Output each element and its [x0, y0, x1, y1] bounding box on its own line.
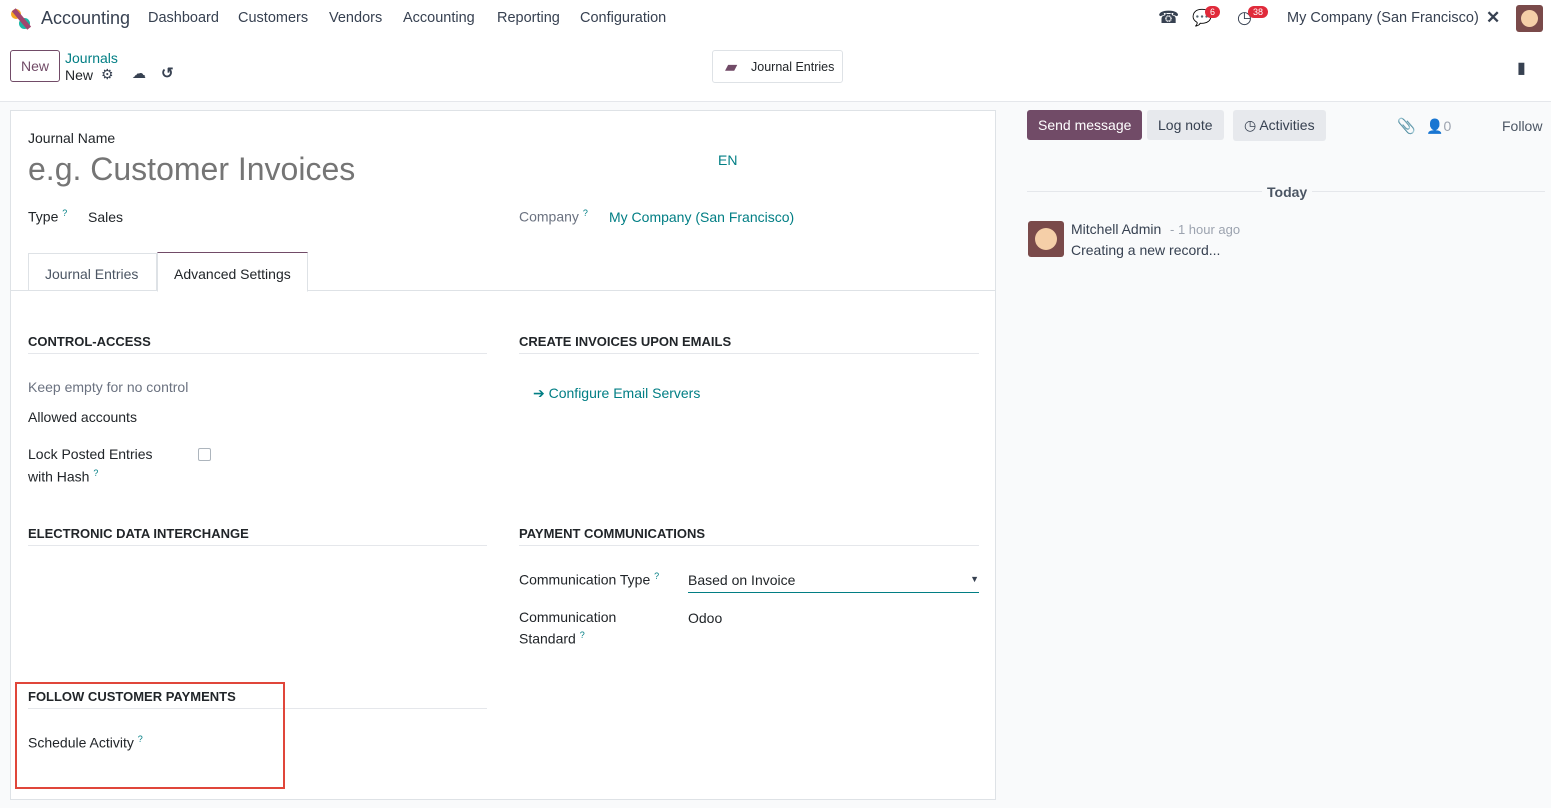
menu-customers[interactable]: Customers: [238, 10, 308, 26]
book-icon: ▰: [725, 59, 738, 76]
section-payment-communications: PAYMENT COMMUNICATIONS: [519, 526, 979, 546]
communication-type-value: Based on Invoice: [688, 572, 796, 588]
new-button[interactable]: New: [10, 50, 61, 82]
language-button[interactable]: EN: [718, 152, 737, 168]
highlight-box: [15, 682, 285, 789]
section-edi: ELECTRONIC DATA INTERCHANGE: [28, 526, 487, 546]
lock-posted-checkbox[interactable]: [198, 448, 211, 461]
top-navbar: Accounting Dashboard Customers Vendors A…: [0, 0, 1551, 38]
communication-standard-value[interactable]: Odoo: [688, 610, 722, 626]
communication-standard-label-2: Standard ?: [519, 630, 585, 647]
follow-button[interactable]: Follow: [1502, 118, 1542, 134]
message-body: Creating a new record...: [1071, 242, 1221, 258]
smart-button-label: Journal Entries: [751, 60, 835, 74]
message-avatar[interactable]: [1028, 221, 1064, 257]
avatar[interactable]: [1516, 5, 1543, 32]
gear-icon[interactable]: ⚙: [101, 66, 114, 83]
message-count-badge: 6: [1205, 6, 1221, 18]
caret-down-icon: ▼: [970, 574, 979, 584]
menu-dashboard[interactable]: Dashboard: [148, 10, 219, 26]
discard-icon[interactable]: ↺: [161, 64, 174, 82]
cloud-save-icon[interactable]: ☁: [132, 65, 146, 82]
journal-name-input[interactable]: [28, 151, 688, 188]
tab-advanced-settings[interactable]: Advanced Settings: [157, 252, 308, 292]
paperclip-icon[interactable]: 📎: [1397, 117, 1416, 135]
tools-icon[interactable]: ✕: [1486, 8, 1500, 28]
communication-standard-label: Communication: [519, 609, 617, 625]
app-logo-icon[interactable]: [10, 8, 32, 30]
activity-count-badge: 38: [1248, 6, 1269, 18]
phone-icon[interactable]: ☎: [1158, 8, 1179, 28]
send-message-button[interactable]: Send message: [1027, 110, 1143, 140]
lock-posted-label: Lock Posted Entries: [28, 446, 153, 462]
menu-configuration[interactable]: Configuration: [580, 10, 666, 26]
date-today: Today: [1262, 184, 1313, 200]
followers-button[interactable]: 👤0: [1426, 118, 1451, 135]
company-value[interactable]: My Company (San Francisco): [609, 209, 794, 225]
section-create-invoices: CREATE INVOICES UPON EMAILS: [519, 334, 979, 354]
bookmark-icon[interactable]: ▮: [1517, 58, 1526, 78]
app-title[interactable]: Accounting: [41, 8, 130, 29]
allowed-accounts-label[interactable]: Allowed accounts: [28, 409, 137, 425]
lock-posted-label-2: with Hash ?: [28, 468, 99, 485]
menu-reporting[interactable]: Reporting: [497, 10, 560, 26]
company-label: Company ?: [519, 208, 588, 225]
keep-empty-hint: Keep empty for no control: [28, 379, 189, 395]
communication-type-select[interactable]: Based on Invoice ▼: [688, 572, 979, 593]
tab-journal-entries[interactable]: Journal Entries: [28, 253, 157, 291]
company-switcher[interactable]: My Company (San Francisco): [1287, 10, 1479, 26]
record-name: New: [65, 67, 94, 83]
control-panel: New Journals New ⚙ ☁ ↺ ▰ Journal Entries…: [0, 38, 1551, 102]
menu-vendors[interactable]: Vendors: [329, 10, 382, 26]
journal-name-label: Journal Name: [28, 130, 116, 146]
menu-accounting[interactable]: Accounting: [403, 10, 475, 26]
type-label: Type ?: [28, 208, 68, 225]
type-value[interactable]: Sales: [88, 209, 123, 225]
configure-email-link[interactable]: ➔ Configure Email Servers: [533, 385, 700, 402]
clock-icon: ◷: [1244, 117, 1257, 133]
section-control-access: CONTROL-ACCESS: [28, 334, 487, 354]
activities-button[interactable]: ◷ Activities: [1233, 110, 1326, 141]
form-sheet: Journal Name EN Type ? Sales Company ? M…: [10, 110, 996, 800]
message-time: - 1 hour ago: [1170, 222, 1241, 237]
arrow-right-icon: ➔: [533, 385, 545, 401]
communication-type-label: Communication Type ?: [519, 571, 660, 588]
journal-entries-smart-button[interactable]: ▰ Journal Entries: [712, 50, 843, 83]
message-author[interactable]: Mitchell Admin: [1071, 221, 1161, 237]
log-note-button[interactable]: Log note: [1147, 110, 1224, 140]
breadcrumb-journals[interactable]: Journals: [65, 50, 118, 66]
